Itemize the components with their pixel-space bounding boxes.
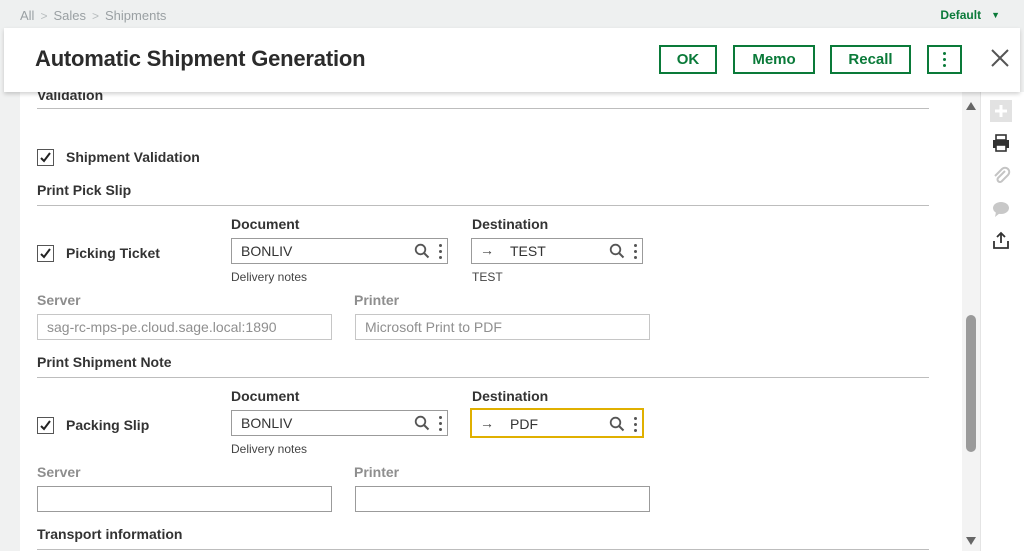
breadcrumb-sales[interactable]: Sales	[53, 8, 86, 23]
note-destination-field[interactable]: → PDF	[470, 408, 644, 438]
pick-document-value: BONLIV	[241, 243, 293, 259]
close-icon[interactable]	[988, 46, 1012, 70]
dialog-header: Automatic Shipment Generation OK Memo Re…	[4, 28, 1020, 92]
search-icon[interactable]	[414, 415, 430, 431]
more-vertical-icon[interactable]	[634, 244, 637, 259]
divider	[37, 205, 929, 206]
recall-button[interactable]: Recall	[830, 45, 911, 74]
pick-server-field: sag-rc-mps-pe.cloud.sage.local:1890	[37, 314, 332, 340]
destination-label: Destination	[472, 216, 549, 232]
search-icon[interactable]	[609, 243, 625, 259]
check-icon	[40, 152, 51, 163]
chevron-right-icon: >	[92, 8, 100, 23]
pick-document-hint: Delivery notes	[231, 270, 308, 284]
printer-label: Printer	[354, 464, 400, 480]
note-document-value: BONLIV	[241, 415, 293, 431]
export-icon[interactable]	[990, 230, 1012, 252]
note-destination-value: PDF	[510, 416, 538, 432]
section-title-shipment-note: Print Shipment Note	[37, 354, 172, 370]
section-title-transport: Transport information	[37, 526, 183, 542]
pick-printer-field: Microsoft Print to PDF	[355, 314, 650, 340]
more-actions-button[interactable]	[927, 45, 962, 74]
document-label: Document	[231, 216, 300, 232]
profile-label: Default	[940, 8, 982, 22]
server-label: Server	[37, 292, 81, 308]
note-server-field[interactable]	[37, 486, 332, 512]
ok-button[interactable]: OK	[659, 45, 717, 74]
document-label: Document	[231, 388, 300, 404]
printer-label: Printer	[354, 292, 400, 308]
scrollbar[interactable]	[962, 92, 980, 551]
shipment-validation-label: Shipment Validation	[66, 149, 200, 165]
divider	[37, 377, 929, 378]
top-bar: All > Sales > Shipments Default ▼	[0, 0, 1024, 30]
divider	[37, 108, 929, 109]
section-title-validation: Validation	[37, 92, 104, 103]
picking-ticket-label: Picking Ticket	[66, 245, 160, 261]
page-title: Automatic Shipment Generation	[35, 46, 366, 71]
divider	[37, 549, 929, 550]
search-icon[interactable]	[414, 243, 430, 259]
note-document-hint: Delivery notes	[231, 442, 308, 456]
note-document-field[interactable]: BONLIV	[231, 410, 448, 436]
breadcrumb-shipments[interactable]: Shipments	[105, 8, 166, 23]
destination-label: Destination	[472, 388, 549, 404]
print-icon[interactable]	[990, 132, 1012, 154]
search-icon[interactable]	[609, 416, 625, 432]
shipment-validation-checkbox[interactable]	[37, 149, 54, 166]
check-icon	[40, 248, 51, 259]
check-icon	[40, 420, 51, 431]
scroll-up-arrow[interactable]	[966, 102, 976, 110]
breadcrumb-all[interactable]: All	[20, 8, 34, 23]
arrow-right-icon: →	[480, 415, 494, 431]
breadcrumb: All > Sales > Shipments	[20, 8, 166, 23]
pick-server-value: sag-rc-mps-pe.cloud.sage.local:1890	[47, 319, 277, 335]
right-toolbar	[980, 92, 1024, 551]
chevron-right-icon: >	[40, 8, 48, 23]
pick-destination-hint: TEST	[472, 270, 503, 284]
note-printer-field[interactable]	[355, 486, 650, 512]
pick-destination-field[interactable]: → TEST	[471, 238, 643, 264]
profile-selector[interactable]: Default ▼	[940, 8, 1000, 22]
add-icon[interactable]	[990, 100, 1012, 122]
section-title-pick-slip: Print Pick Slip	[37, 182, 132, 198]
pick-printer-value: Microsoft Print to PDF	[365, 319, 502, 335]
arrow-right-icon: →	[480, 242, 494, 258]
packing-slip-label: Packing Slip	[66, 417, 150, 433]
caret-down-icon: ▼	[991, 10, 1000, 20]
memo-button[interactable]: Memo	[733, 45, 815, 74]
attachment-icon[interactable]	[990, 165, 1012, 187]
more-vertical-icon	[943, 52, 946, 67]
picking-ticket-checkbox[interactable]	[37, 245, 54, 262]
more-vertical-icon[interactable]	[439, 244, 442, 259]
packing-slip-checkbox[interactable]	[37, 417, 54, 434]
form-content: Validation Shipment Validation Print Pic…	[20, 92, 962, 551]
comment-icon[interactable]	[990, 198, 1012, 220]
pick-document-field[interactable]: BONLIV	[231, 238, 448, 264]
scroll-thumb[interactable]	[966, 315, 976, 452]
more-vertical-icon[interactable]	[439, 416, 442, 431]
server-label: Server	[37, 464, 81, 480]
more-vertical-icon[interactable]	[634, 417, 637, 432]
scroll-down-arrow[interactable]	[966, 537, 976, 545]
pick-destination-value: TEST	[510, 243, 546, 259]
